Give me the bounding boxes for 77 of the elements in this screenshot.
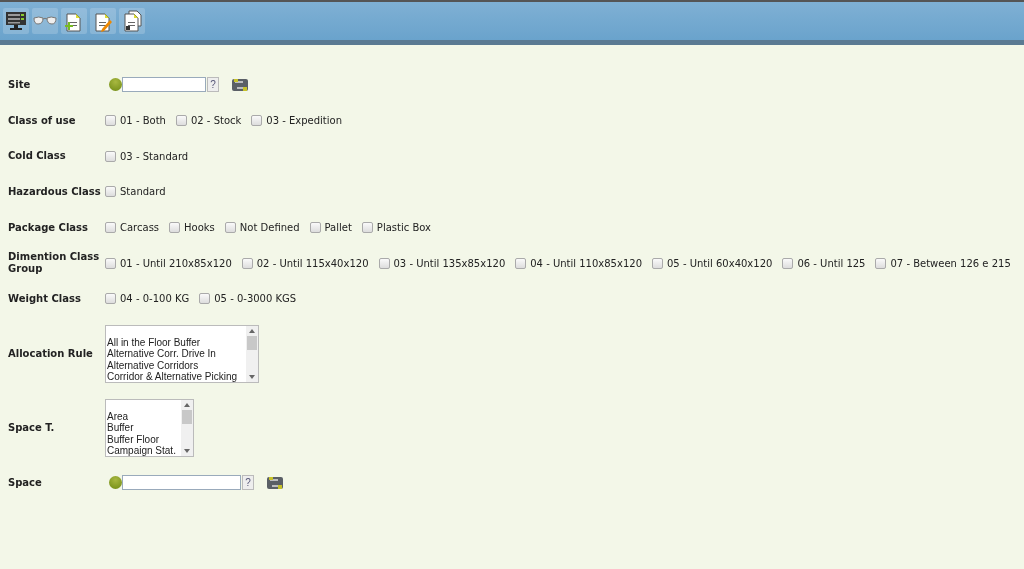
checkbox[interactable] bbox=[105, 293, 116, 305]
list-item[interactable]: Buffer Floor bbox=[107, 433, 181, 446]
status-dot bbox=[109, 476, 122, 490]
new-document-button[interactable] bbox=[61, 8, 87, 34]
field-label: Cold Class bbox=[8, 150, 67, 163]
copy-document-icon bbox=[122, 10, 142, 32]
status-dot bbox=[109, 78, 122, 92]
field-label: Space T. bbox=[8, 421, 56, 434]
checkbox[interactable] bbox=[105, 222, 116, 234]
monitor-icon bbox=[5, 11, 27, 31]
option-label: Carcass bbox=[120, 222, 160, 234]
checkbox[interactable] bbox=[378, 257, 390, 269]
checkbox[interactable] bbox=[241, 257, 253, 269]
option-label: 01 - Both bbox=[120, 115, 166, 127]
swap-icon[interactable] bbox=[266, 474, 284, 491]
checkbox[interactable] bbox=[175, 115, 187, 127]
checkbox[interactable] bbox=[782, 257, 794, 269]
option-label: 01 - Until 210x85x120 bbox=[120, 257, 232, 269]
option-label: Hooks bbox=[184, 222, 215, 234]
monitor-button[interactable] bbox=[3, 8, 29, 34]
list-item[interactable]: Corridor & Alternative Picking bbox=[107, 371, 246, 382]
checkbox[interactable] bbox=[105, 186, 116, 198]
help-button[interactable]: ? bbox=[242, 475, 254, 491]
list-box[interactable]: All in the Floor Buffer Alternative Corr. Drive In Alternative Corridors Corridor & Alternative Picking bbox=[105, 324, 259, 383]
checkbox[interactable] bbox=[105, 115, 116, 127]
list-box[interactable]: Area Buffer Buffer Floor Campaign Stat. bbox=[105, 398, 194, 457]
checkbox[interactable] bbox=[309, 222, 321, 234]
list-item[interactable]: Area bbox=[107, 410, 181, 423]
option-label: 05 - Until 60x40x120 bbox=[667, 257, 773, 269]
list-item[interactable]: Buffer bbox=[107, 422, 181, 434]
option-label: 02 - Stock bbox=[190, 115, 242, 127]
swap-icon[interactable] bbox=[231, 76, 249, 93]
list-item[interactable]: Alternative Corr. Drive In bbox=[107, 348, 246, 360]
field-label: Package Class bbox=[8, 221, 89, 234]
help-button[interactable]: ? bbox=[207, 77, 219, 93]
checkbox[interactable] bbox=[224, 222, 236, 234]
option-label: 04 - 0-100 KG bbox=[120, 293, 190, 305]
add-document-icon bbox=[64, 10, 84, 32]
option-label: Pallet bbox=[324, 222, 352, 234]
input-field[interactable] bbox=[122, 77, 206, 93]
option-label: Plastic Box bbox=[376, 222, 431, 234]
field-label: Allocation Rule bbox=[8, 347, 94, 360]
option-label: 03 - Until 135x85x120 bbox=[393, 257, 506, 269]
field-label: Weight Class bbox=[8, 292, 82, 305]
checkbox[interactable] bbox=[361, 222, 373, 234]
checkbox[interactable] bbox=[105, 257, 116, 269]
list-item[interactable]: Campaign Stat. bbox=[107, 445, 181, 456]
field-label: Dimention Class Group bbox=[8, 251, 101, 276]
edit-document-button[interactable] bbox=[90, 8, 116, 34]
option-label: 03 - Standard bbox=[120, 150, 189, 162]
checkbox[interactable] bbox=[105, 150, 116, 162]
checkbox[interactable] bbox=[515, 257, 527, 269]
list-item[interactable]: Alternative Corridors bbox=[107, 359, 246, 372]
checkbox[interactable] bbox=[652, 257, 663, 269]
edit-document-icon bbox=[93, 10, 113, 32]
option-label: 03 - Expedition bbox=[266, 115, 343, 127]
field-label: Space bbox=[8, 476, 43, 489]
option-label: 06 - Until 125 bbox=[797, 257, 866, 269]
input-field[interactable] bbox=[122, 475, 241, 491]
option-label: 07 - Between 126 e 215 bbox=[890, 257, 1011, 269]
option-label: Standard bbox=[120, 186, 166, 198]
scrollbar[interactable] bbox=[246, 325, 258, 382]
glasses-icon bbox=[33, 14, 57, 28]
option-label: 02 - Until 115x40x120 bbox=[256, 257, 369, 269]
list-item[interactable]: All in the Floor Buffer bbox=[107, 336, 246, 349]
checkbox[interactable] bbox=[251, 115, 263, 127]
checkbox[interactable] bbox=[199, 293, 211, 305]
field-label: Class of use bbox=[8, 114, 77, 127]
copy-document-button[interactable] bbox=[119, 8, 145, 34]
field-label: Hazardous Class bbox=[8, 185, 102, 198]
checkbox[interactable] bbox=[169, 222, 181, 234]
option-label: 05 - 0-3000 KGS bbox=[214, 293, 297, 305]
option-label: 04 - Until 110x85x120 bbox=[530, 257, 642, 269]
checkbox[interactable] bbox=[875, 257, 887, 269]
option-label: Not Defined bbox=[239, 222, 300, 234]
scrollbar[interactable] bbox=[181, 399, 193, 456]
field-label: Site bbox=[8, 78, 32, 91]
